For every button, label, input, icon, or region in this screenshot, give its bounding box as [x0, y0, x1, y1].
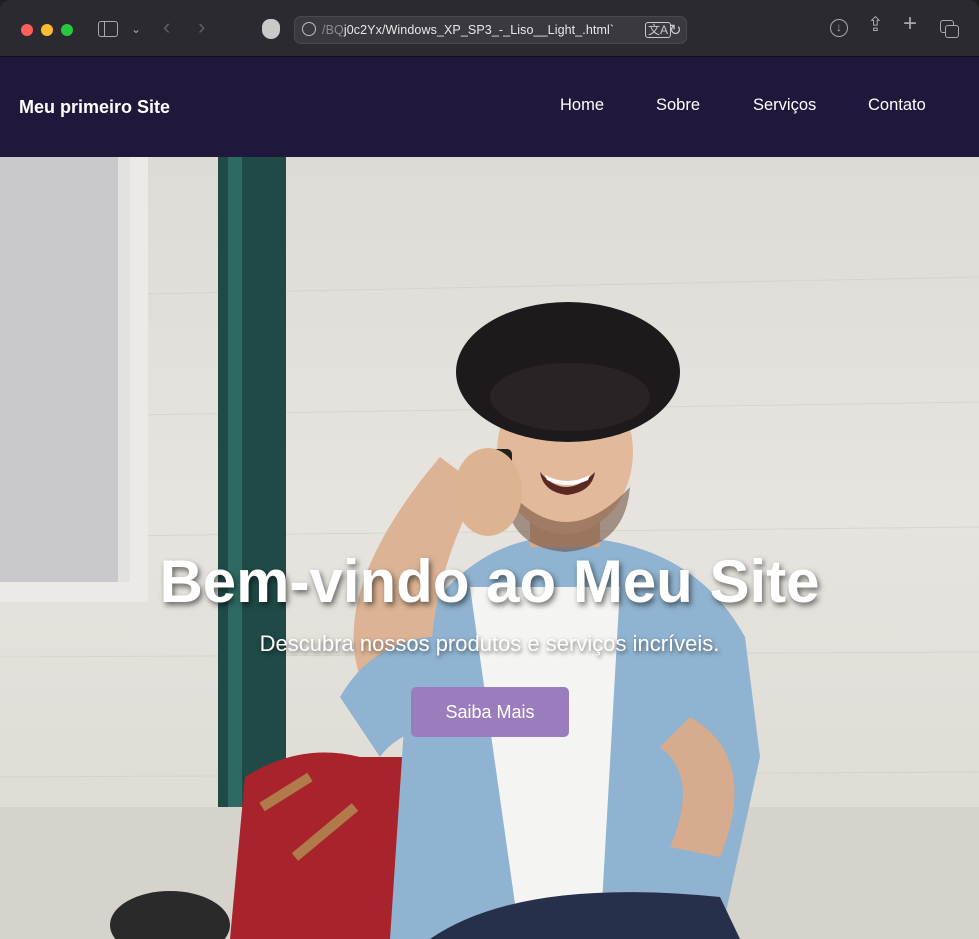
- saiba-mais-button[interactable]: Saiba Mais: [411, 687, 569, 737]
- translate-icon[interactable]: 文A: [645, 22, 672, 38]
- tab-overview-icon[interactable]: [940, 20, 959, 38]
- url-prefix: /BQ: [322, 23, 344, 37]
- nav-sobre[interactable]: Sobre: [656, 96, 700, 115]
- compass-icon: [302, 22, 316, 36]
- address-bar[interactable]: /BQj0c2Yx/Windows_XP_SP3_-_Liso__Light_.…: [294, 16, 687, 44]
- site-logo[interactable]: Meu primeiro Site: [19, 97, 170, 118]
- close-window-button[interactable]: [21, 24, 33, 36]
- url-path: j0c2Yx/Windows_XP_SP3_-_Liso__Light_.htm…: [343, 23, 615, 37]
- url-text: /BQj0c2Yx/Windows_XP_SP3_-_Liso__Light_.…: [322, 23, 627, 37]
- privacy-shield-icon[interactable]: [262, 19, 280, 39]
- share-icon[interactable]: ⇪: [867, 15, 884, 35]
- back-arrow-icon[interactable]: ‹: [163, 16, 170, 38]
- minimize-window-button[interactable]: [41, 24, 53, 36]
- hero-title: Bem-vindo ao Meu Site: [159, 548, 820, 615]
- nav-servicos[interactable]: Serviços: [753, 96, 816, 115]
- new-tab-icon[interactable]: +: [903, 12, 917, 36]
- site-header: Meu primeiro Site Home Sobre Serviços Co…: [0, 57, 979, 157]
- sidebar-toggle-icon[interactable]: [98, 21, 118, 37]
- nav-contato[interactable]: Contato: [868, 96, 926, 115]
- nav-home[interactable]: Home: [560, 96, 604, 115]
- zoom-window-button[interactable]: [61, 24, 73, 36]
- chevron-down-icon[interactable]: ⌄: [131, 20, 141, 38]
- download-icon[interactable]: ↓: [830, 19, 848, 37]
- hero-section: Bem-vindo ao Meu Site Descubra nossos pr…: [0, 157, 979, 939]
- hero-subtitle: Descubra nossos produtos e serviços incr…: [259, 631, 720, 656]
- reload-icon[interactable]: ↻: [669, 21, 682, 39]
- forward-arrow-icon[interactable]: ›: [198, 16, 205, 38]
- browser-toolbar: ⌄ ‹ › /BQj0c2Yx/Windows_XP_SP3_-_Liso__L…: [0, 0, 979, 57]
